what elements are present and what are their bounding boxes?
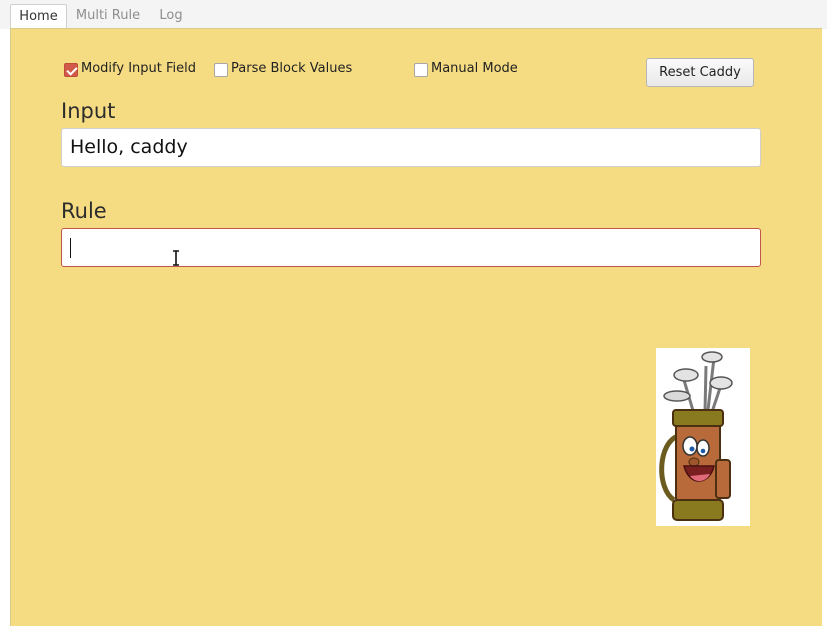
input-label: Input — [61, 99, 116, 123]
input-field[interactable]: Hello, caddy — [61, 128, 761, 167]
parse-block-values-label: Parse Block Values — [231, 61, 353, 76]
tab-bar: Home Multi Rule Log — [0, 0, 827, 29]
golf-bag-mascot-image — [656, 348, 750, 526]
modify-input-field-checkbox[interactable] — [64, 63, 78, 77]
reset-caddy-button[interactable]: Reset Caddy — [646, 58, 754, 87]
rule-field[interactable] — [61, 228, 761, 267]
rule-label: Rule — [61, 199, 107, 223]
home-panel — [10, 28, 822, 626]
tab-home[interactable]: Home — [10, 4, 67, 29]
text-cursor-icon — [173, 250, 179, 266]
text-caret — [70, 238, 71, 258]
manual-mode-checkbox[interactable] — [414, 63, 428, 77]
parse-block-values-checkbox[interactable] — [214, 63, 228, 77]
tab-multi-rule[interactable]: Multi Rule — [70, 4, 146, 28]
tab-log[interactable]: Log — [150, 4, 192, 28]
manual-mode-label: Manual Mode — [431, 61, 518, 76]
modify-input-field-label: Modify Input Field — [81, 61, 197, 76]
